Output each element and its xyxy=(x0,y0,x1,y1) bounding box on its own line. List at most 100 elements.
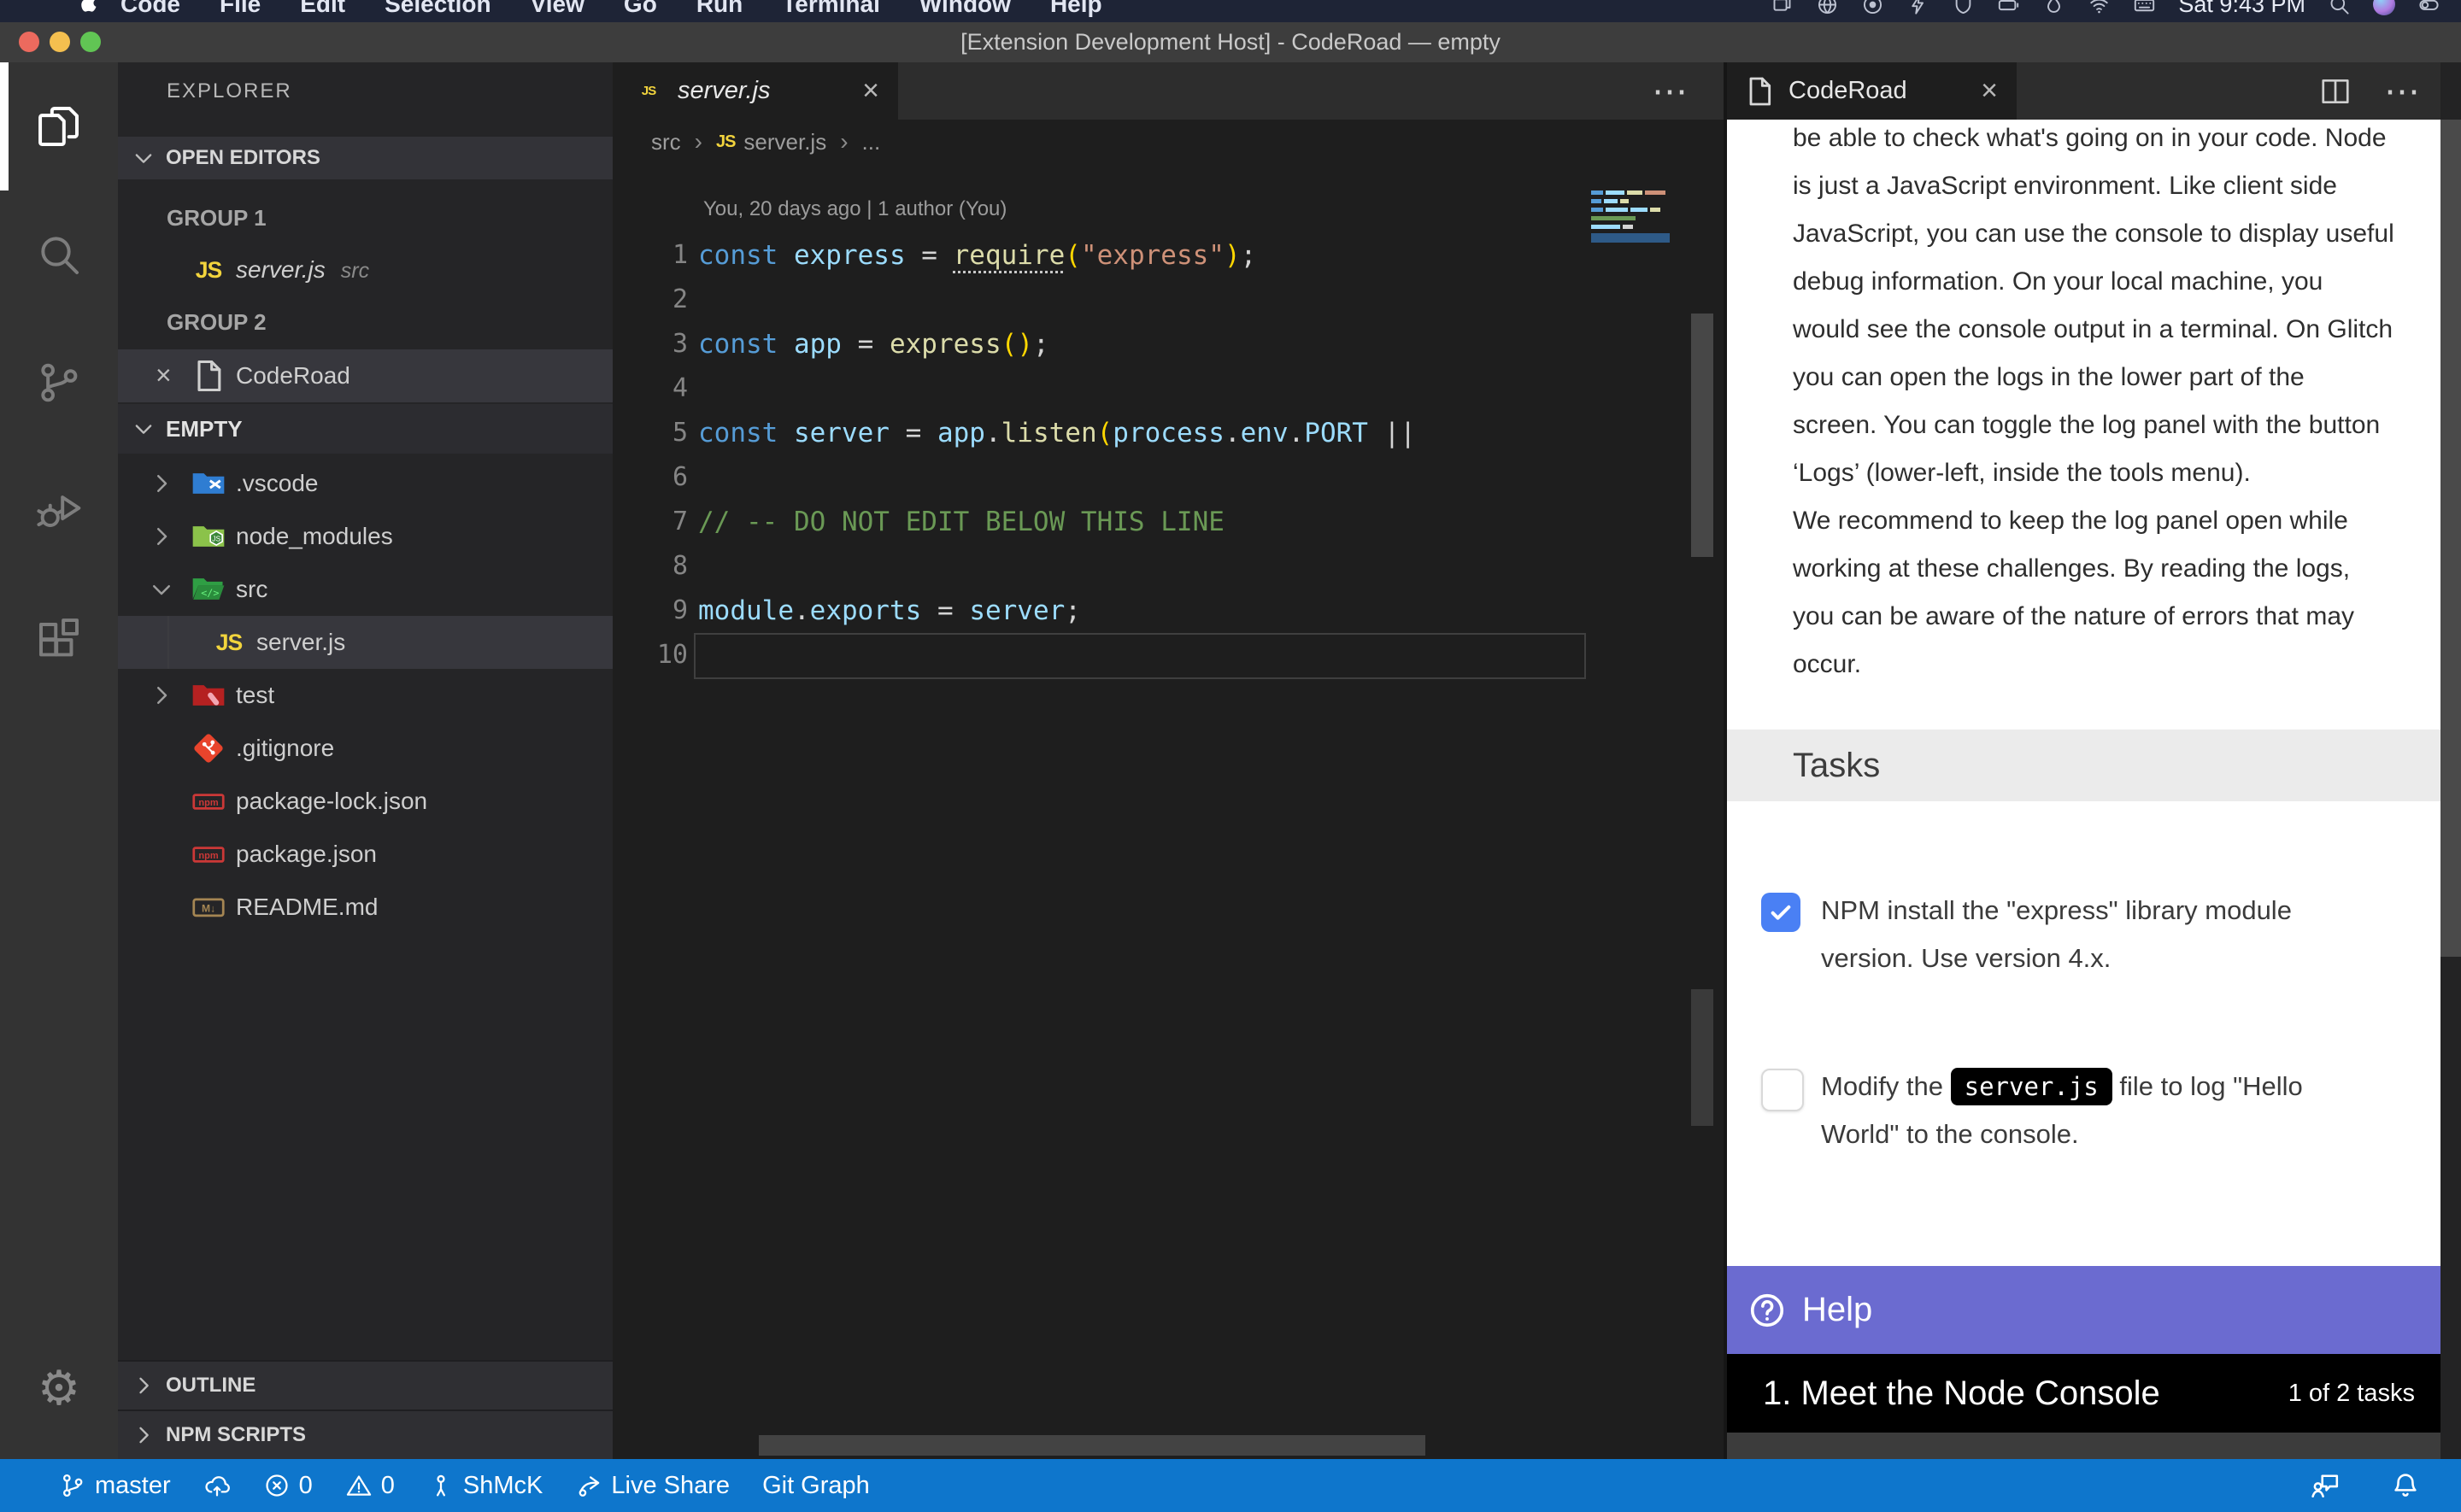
minimap[interactable] xyxy=(1591,190,1670,243)
drop-icon[interactable] xyxy=(2042,0,2065,16)
status-bell-icon[interactable] xyxy=(2374,1459,2437,1512)
code-line-3[interactable]: const app = express(); xyxy=(698,322,1049,366)
status-git-graph[interactable]: Git Graph xyxy=(746,1459,886,1512)
menu-window[interactable]: Window xyxy=(900,0,1031,18)
close-icon[interactable]: × xyxy=(1981,74,1998,108)
status-0[interactable]: 0 xyxy=(329,1459,411,1512)
menu-file[interactable]: File xyxy=(200,0,280,18)
status-live-share[interactable]: Live Share xyxy=(559,1459,746,1512)
code-line-5[interactable]: const server = app.listen(process.env.PO… xyxy=(698,411,1416,455)
split-editor-icon[interactable] xyxy=(2319,75,2352,108)
status-shmck[interactable]: ShMcK xyxy=(411,1459,559,1512)
siri-icon[interactable] xyxy=(2373,0,2395,15)
workspace-folder-header[interactable]: EMPTY xyxy=(118,404,613,454)
npm-icon: npm xyxy=(190,782,227,820)
codelens-blame[interactable]: You, 20 days ago | 1 author (You) xyxy=(703,197,1007,221)
tree-item-src[interactable]: </> src xyxy=(118,563,613,616)
tree-item-.vscode[interactable]: .vscode xyxy=(118,457,613,510)
menu-terminal[interactable]: Terminal xyxy=(762,0,900,18)
step-title: 1. Meet the Node Console xyxy=(1763,1374,2160,1413)
activity-explorer[interactable] xyxy=(0,62,118,190)
breadcrumb[interactable]: src› JSserver.js› ... xyxy=(613,120,1724,164)
shield-icon[interactable] xyxy=(1952,0,1975,16)
section-npm-scripts[interactable]: NPM SCRIPTS xyxy=(118,1409,613,1459)
coderoad-webview: be able to check what's going on in your… xyxy=(1727,120,2440,1459)
apple-menu-icon[interactable] xyxy=(75,0,101,17)
menu-run[interactable]: Run xyxy=(677,0,762,18)
code-line-9[interactable]: module.exports = server; xyxy=(698,589,1081,633)
record-icon[interactable] xyxy=(1861,0,1884,16)
menu-code[interactable]: Code xyxy=(101,0,200,18)
line-number: 8 xyxy=(613,544,688,589)
status-0[interactable]: 0 xyxy=(247,1459,329,1512)
menu-selection[interactable]: Selection xyxy=(365,0,510,18)
tree-item-server.js[interactable]: JS server.js xyxy=(118,616,613,669)
activity-extensions[interactable] xyxy=(0,575,118,703)
tab-server-js[interactable]: JS server.js × xyxy=(613,62,898,120)
tree-item-package-lock.json[interactable]: npm package-lock.json xyxy=(118,775,613,828)
task-checkbox[interactable] xyxy=(1761,893,1800,932)
tree-item-.gitignore[interactable]: .gitignore xyxy=(118,722,613,775)
lesson-text-line: you can open the logs in the lower part … xyxy=(1793,354,2440,401)
editor-vertical-scrollbar-lower[interactable] xyxy=(1691,989,1713,1126)
menu-clock[interactable]: Sat 9:43 PM xyxy=(2178,0,2305,18)
bolt-icon[interactable] xyxy=(1906,0,1929,16)
open-editor-server.js[interactable]: JS server.jssrc xyxy=(118,243,613,296)
breadcrumb-item[interactable]: src xyxy=(651,129,681,155)
tree-item-node_modules[interactable]: JS node_modules xyxy=(118,510,613,563)
check-icon xyxy=(1767,899,1794,926)
editor-more-actions-button[interactable]: ⋯ xyxy=(1652,62,1689,120)
file-icon xyxy=(190,357,227,395)
activity-source-control[interactable] xyxy=(0,319,118,447)
breadcrumb-item[interactable]: JSserver.js xyxy=(716,129,826,155)
breadcrumb-separator: › xyxy=(695,128,702,155)
lesson-text-line: occur. xyxy=(1793,641,2440,689)
close-icon[interactable]: × xyxy=(862,74,879,108)
open-editors-header[interactable]: OPEN EDITORS xyxy=(118,137,613,179)
svg-text:</>: </> xyxy=(201,587,219,599)
editor-horizontal-scrollbar[interactable] xyxy=(759,1435,1425,1456)
close-icon[interactable]: × xyxy=(156,349,172,402)
code-line-7[interactable]: // -- DO NOT EDIT BELOW THIS LINE xyxy=(698,500,1225,544)
control-center-icon[interactable] xyxy=(2417,0,2440,16)
chevron-right-icon xyxy=(132,1374,156,1398)
breadcrumb-item[interactable]: ... xyxy=(862,129,881,155)
keyboard-icon[interactable] xyxy=(2133,0,2156,16)
globe-icon[interactable] xyxy=(1816,0,1839,16)
menu-go[interactable]: Go xyxy=(604,0,677,18)
menu-view[interactable]: View xyxy=(511,0,604,18)
help-accordion-button[interactable]: Help xyxy=(1727,1266,2440,1354)
activity-run-debug[interactable] xyxy=(0,447,118,575)
coderoad-scrollbar-thumb[interactable] xyxy=(2440,120,2461,957)
coderoad-scrollbar-track[interactable] xyxy=(2440,62,2461,1459)
task-text: NPM install the "express" library module… xyxy=(1821,887,2325,982)
spotlight-icon[interactable] xyxy=(2328,0,2351,16)
menu-edit[interactable]: Edit xyxy=(280,0,365,18)
ellipsis-icon[interactable]: ⋯ xyxy=(2384,73,2422,109)
feedback-icon xyxy=(2310,1470,2341,1501)
task-checkbox[interactable] xyxy=(1761,1069,1804,1111)
activity-search[interactable] xyxy=(0,190,118,319)
section-outline[interactable]: OUTLINE xyxy=(118,1360,613,1409)
minimap-slider[interactable] xyxy=(1591,233,1670,243)
menu-help[interactable]: Help xyxy=(1031,0,1122,18)
tree-item-test[interactable]: test xyxy=(118,669,613,722)
status-feedback-icon[interactable] xyxy=(2294,1459,2357,1512)
open-editor-CodeRoad[interactable]: × CodeRoad xyxy=(118,349,613,402)
line-number: 5 xyxy=(613,411,688,455)
code-line-1[interactable]: const express = require("express"); xyxy=(698,233,1256,278)
editor-vertical-scrollbar[interactable] xyxy=(1691,314,1713,557)
lesson-text-line: would see the console output in a termin… xyxy=(1793,306,2440,354)
status-cloud-upload-icon[interactable] xyxy=(187,1459,247,1512)
battery-icon[interactable] xyxy=(1997,0,2020,16)
tab-coderoad[interactable]: CodeRoad × xyxy=(1727,62,2017,120)
settings-gear-button[interactable]: ⚙ xyxy=(0,1341,118,1435)
window-icon[interactable] xyxy=(1771,0,1794,16)
tree-item-README.md[interactable]: M↓ README.md xyxy=(118,881,613,934)
file-icon xyxy=(1742,74,1777,108)
wifi-icon[interactable] xyxy=(2088,0,2111,16)
chevron-down-icon xyxy=(149,577,174,602)
tree-item-package.json[interactable]: npm package.json xyxy=(118,828,613,881)
status-master[interactable]: master xyxy=(43,1459,187,1512)
chevron-down-icon xyxy=(132,146,156,170)
